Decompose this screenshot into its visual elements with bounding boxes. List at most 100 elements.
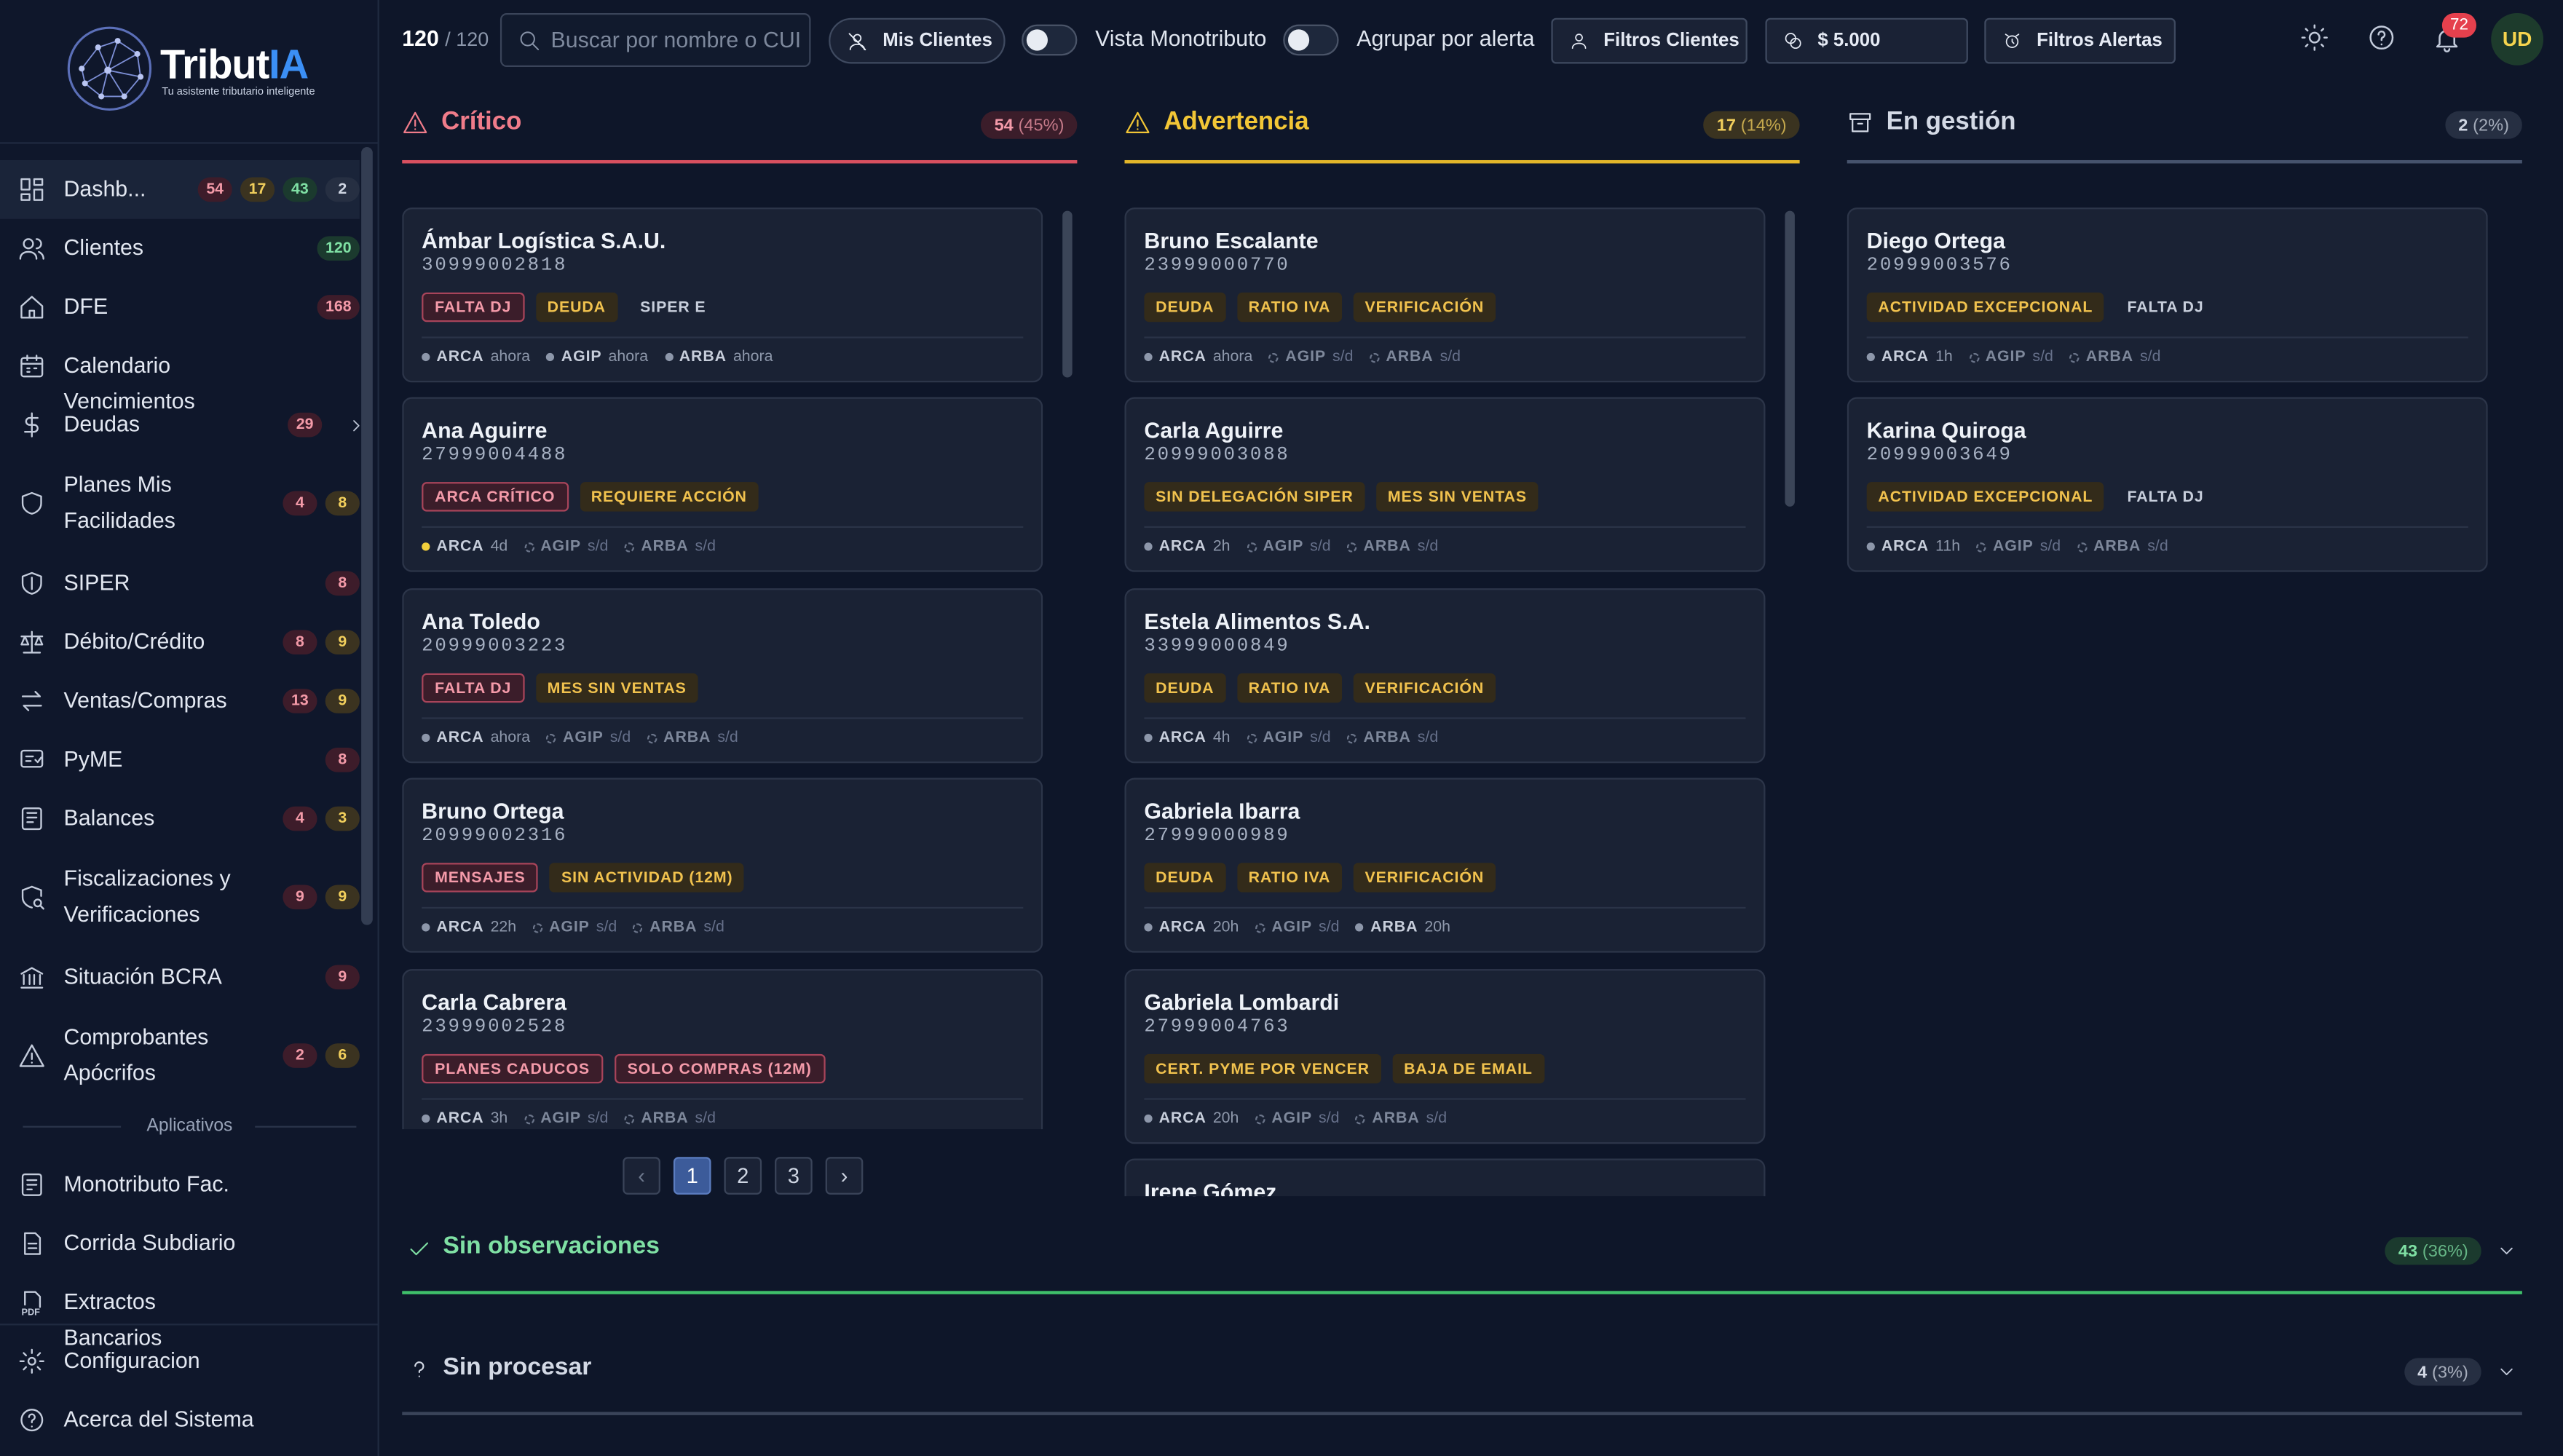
client-card[interactable]: Ámbar Logística S.A.U. 30999002818 FALTA D… xyxy=(402,207,1043,383)
client-cuit: 20999002316 xyxy=(422,825,568,847)
alert-tag: MES SIN VENTAS xyxy=(1376,482,1539,512)
client-card[interactable]: Estela Alimentos S.A. 33999000849 DEUDA RAT… xyxy=(1124,588,1766,764)
sync-status: ARCA 1h AGIP s/d ARBA s/d xyxy=(1866,348,2160,366)
page-button[interactable]: 1 xyxy=(673,1157,711,1195)
sidebar-item-clientes[interactable]: Clientes 120 xyxy=(0,219,360,278)
alert-tag: FALTA DJ xyxy=(2127,488,2204,506)
section-sin-procesar[interactable]: Sin procesar 4 (3%) xyxy=(402,1343,2522,1415)
client-card[interactable]: Carla Aguirre 20999003088 SIN DELEGACIÓN S… xyxy=(1124,397,1766,572)
sidebar-item-acerca-del-sistema[interactable]: Acerca del Sistema xyxy=(0,1390,360,1449)
sidebar-scrollbar[interactable] xyxy=(361,147,373,925)
alert-tag: ACTIVIDAD EXCEPCIONAL xyxy=(1866,482,2105,512)
sidebar-item-fiscalizaciones-y-verificaciones[interactable]: Fiscalizaciones y Verificaciones 9 9 xyxy=(0,848,360,946)
client-cuit: 30999002818 xyxy=(422,255,568,277)
sidebar-item-badges: 13 9 xyxy=(283,689,360,713)
alert-tags: PLANES CADUCOS SOLO COMPRAS (12M) xyxy=(422,1053,825,1084)
app-item-monotributo-fac[interactable]: Monotributo Fac. xyxy=(0,1155,360,1214)
search-input[interactable] xyxy=(550,15,799,66)
filtros-alertas-button[interactable]: Filtros Alertas xyxy=(1984,17,2176,64)
sync-arca: ARCA 20h xyxy=(1144,1109,1239,1128)
card-divider xyxy=(422,906,1024,909)
amount-filter-button[interactable]: $ 5.000 xyxy=(1765,17,1968,64)
sidebar-item-configuracion[interactable]: Configuracion xyxy=(0,1332,360,1390)
app-item-corrida-subdiario[interactable]: Corrida Subdiario xyxy=(0,1214,360,1273)
count-badge: 8 xyxy=(283,630,317,655)
agrupar-toggle[interactable] xyxy=(1283,24,1339,56)
search-icon xyxy=(520,31,540,50)
dollar-icon xyxy=(24,412,39,438)
logo[interactable]: TributIA Tu asistente tributario intelig… xyxy=(0,0,379,144)
client-card[interactable]: Carla Cabrera 23999002528 PLANES CADUCOS SO… xyxy=(402,969,1043,1130)
sidebar-item-deudas[interactable]: Deudas 29 xyxy=(0,395,360,454)
sidebar-item-comprobantes-apocrifos[interactable]: Comprobantes Apócrifos 2 6 xyxy=(0,1007,360,1105)
alert-tags: FALTA DJ DEUDA SIPER E xyxy=(422,292,717,323)
sidebar-item-calendario-vencimientos[interactable]: Calendario Vencimientos xyxy=(0,336,360,414)
client-card[interactable]: Irene Gómez xyxy=(1124,1158,1766,1197)
next-page-button[interactable]: › xyxy=(825,1157,864,1195)
sync-status: ARCA 11h AGIP s/d ARBA s/d xyxy=(1866,538,2168,555)
column-scrollbar[interactable] xyxy=(1062,210,1073,378)
column-cards: Bruno Escalante 23999000770 DEUDA RATIO IVA… xyxy=(1124,196,1766,1197)
client-card[interactable]: Gabriela Lombardi 27999004763 CERT. PYME P… xyxy=(1124,969,1766,1144)
search-box[interactable] xyxy=(499,12,811,68)
client-card[interactable]: Ana Aguirre 27999004488 ARCA CRÍTICO REQUIE… xyxy=(402,397,1043,572)
sidebar-item-planes-mis-facilidades[interactable]: Planes Mis Facilidades 4 8 xyxy=(0,454,360,553)
column-title: Advertencia xyxy=(1164,108,1309,136)
monotributo-toggle[interactable] xyxy=(1022,24,1078,56)
sync-arba: ARBA s/d xyxy=(633,919,724,936)
status-dot xyxy=(624,1113,635,1124)
column-scrollbar[interactable] xyxy=(1785,210,1795,507)
sidebar-item-siper[interactable]: SIPER 8 xyxy=(0,554,360,613)
alert-tags: SIN DELEGACIÓN SIPER MES SIN VENTAS xyxy=(1144,482,1539,512)
sidebar-item-label: Situación BCRA xyxy=(63,964,222,989)
card-divider xyxy=(1866,526,2468,529)
user-icon xyxy=(1571,33,1587,50)
sidebar-item-balances[interactable]: Balances 4 3 xyxy=(0,789,360,848)
sidebar-item-situacion-bcra[interactable]: Situación BCRA 9 xyxy=(0,948,360,1007)
users-icon xyxy=(19,238,44,260)
shield-icon xyxy=(21,491,42,515)
status-dot xyxy=(1247,542,1257,552)
sync-status: ARCA 20h AGIP s/d ARBA 20h xyxy=(1144,919,1450,936)
help-icon[interactable] xyxy=(2367,23,2396,52)
filtros-clientes-button[interactable]: Filtros Clientes xyxy=(1551,17,1748,64)
client-cuit: 27999004763 xyxy=(1144,1016,1290,1038)
theme-sun-icon[interactable] xyxy=(2300,23,2329,52)
svg-text:PDF: PDF xyxy=(21,1307,40,1317)
alert-tags: DEUDA RATIO IVA VERIFICACIÓN xyxy=(1144,863,1496,893)
sidebar-item-dfe[interactable]: DFE 168 xyxy=(0,278,360,337)
section-sin-observaciones[interactable]: Sin observaciones 43 (36%) xyxy=(402,1222,2522,1294)
count-badge: 9 xyxy=(325,630,360,655)
sidebar-item-label: Balances xyxy=(63,805,155,831)
column-cards: Ámbar Logística S.A.U. 30999002818 FALTA D… xyxy=(402,196,1043,1130)
status-dot xyxy=(422,733,430,743)
sync-arca: ARCA 1h xyxy=(1866,348,1953,366)
prev-page-button[interactable]: ‹ xyxy=(623,1157,660,1195)
page-button[interactable]: 3 xyxy=(775,1157,813,1195)
sidebar-item-ventas-compras[interactable]: Ventas/Compras 13 9 xyxy=(0,672,360,731)
chevron-down-icon[interactable] xyxy=(2496,1241,2517,1262)
sidebar-item-dashb[interactable]: Dashb... 54 17 43 2 xyxy=(0,159,360,219)
sidebar-item-debito-credito[interactable]: Débito/Crédito 8 9 xyxy=(0,613,360,672)
client-card[interactable]: Bruno Ortega 20999002316 MENSAJES SIN ACTIV… xyxy=(402,778,1043,953)
chevron-down-icon[interactable] xyxy=(2496,1361,2517,1382)
avatar[interactable]: UD xyxy=(2491,12,2544,66)
client-card[interactable]: Gabriela Ibarra 27999000989 DEUDA RATIO IVA… xyxy=(1124,778,1766,953)
apps-divider: Aplicativos xyxy=(0,1111,379,1144)
client-card[interactable]: Diego Ortega 20999003576 ACTIVIDAD EXCEPCI… xyxy=(1847,207,2488,383)
client-card[interactable]: Karina Quiroga 20999003649 ACTIVIDAD EXCEP… xyxy=(1847,397,2488,572)
mis-clientes-button[interactable]: Mis Clientes xyxy=(829,17,1006,64)
pyme-icon xyxy=(20,749,44,768)
client-card[interactable]: Ana Toledo 20999003223 FALTA DJ MES SIN VEN… xyxy=(402,588,1043,764)
sidebar-item-pyme[interactable]: PyME 8 xyxy=(0,730,360,789)
alert-tag: DEUDA xyxy=(1144,673,1226,703)
app-root: TributIA Tu asistente tributario intelig… xyxy=(0,0,2563,1456)
alert-tag: MES SIN VENTAS xyxy=(535,673,698,703)
client-card[interactable]: Bruno Escalante 23999000770 DEUDA RATIO IVA… xyxy=(1124,207,1766,383)
column-count-badge: 17 (14%) xyxy=(1703,111,1800,139)
sync-arca: ARCA 4d xyxy=(422,538,508,555)
client-name: Estela Alimentos S.A. xyxy=(1144,609,1370,634)
status-dot xyxy=(1247,732,1257,743)
alert-tag: SIPER E xyxy=(640,298,706,317)
page-button[interactable]: 2 xyxy=(724,1157,762,1195)
